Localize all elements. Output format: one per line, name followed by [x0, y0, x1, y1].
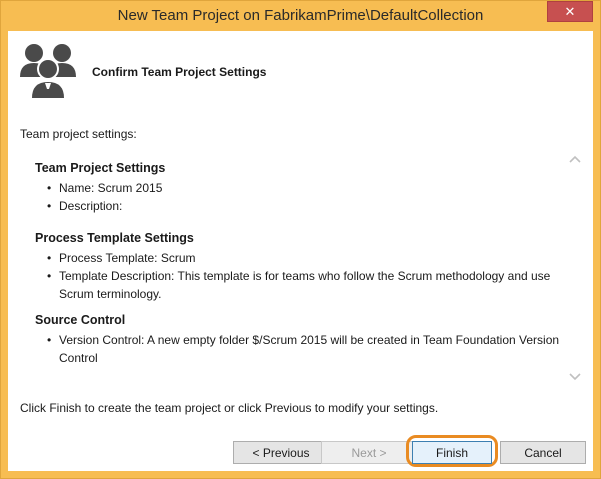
process-template-settings-list: Process Template: Scrum Template Descrip… — [35, 249, 569, 303]
close-icon: ✕ — [564, 3, 576, 19]
chevron-down-icon[interactable] — [568, 371, 582, 383]
cancel-button[interactable]: Cancel — [500, 441, 586, 464]
team-project-settings-list: Name: Scrum 2015 Description: — [35, 179, 569, 215]
list-item: Description: — [35, 197, 569, 215]
finish-instruction: Click Finish to create the team project … — [20, 401, 439, 415]
source-control-title: Source Control — [35, 313, 126, 327]
list-item: Name: Scrum 2015 — [35, 179, 569, 197]
source-control-group: Source Control Version Control: A new em… — [35, 313, 569, 367]
team-users-icon — [20, 44, 76, 99]
settings-summary[interactable]: Team Project Settings Name: Scrum 2015 D… — [8, 151, 593, 383]
list-item: Version Control: A new empty folder $/Sc… — [35, 331, 569, 367]
list-item: Template Description: This template is f… — [35, 267, 569, 303]
team-project-settings-title: Team Project Settings — [35, 161, 166, 175]
process-template-settings-title: Process Template Settings — [35, 231, 194, 245]
page-title: Confirm Team Project Settings — [92, 65, 267, 79]
dialog-content: Confirm Team Project Settings Team proje… — [8, 31, 593, 471]
next-button[interactable]: Next > — [321, 441, 417, 464]
chevron-up-icon[interactable] — [568, 153, 582, 165]
title-bar[interactable]: New Team Project on FabrikamPrime\Defaul… — [1, 1, 600, 31]
list-item: Process Template: Scrum — [35, 249, 569, 267]
previous-button[interactable]: < Previous — [233, 441, 329, 464]
dialog-window: New Team Project on FabrikamPrime\Defaul… — [0, 0, 601, 479]
process-template-settings-group: Process Template Settings Process Templa… — [35, 231, 569, 303]
wizard-header: Confirm Team Project Settings — [8, 31, 593, 111]
window-title: New Team Project on FabrikamPrime\Defaul… — [117, 7, 484, 24]
team-project-settings-group: Team Project Settings Name: Scrum 2015 D… — [35, 161, 569, 215]
settings-intro: Team project settings: — [20, 127, 137, 141]
finish-button[interactable]: Finish — [412, 441, 492, 464]
close-button[interactable]: ✕ — [547, 1, 593, 22]
source-control-list: Version Control: A new empty folder $/Sc… — [35, 331, 569, 367]
